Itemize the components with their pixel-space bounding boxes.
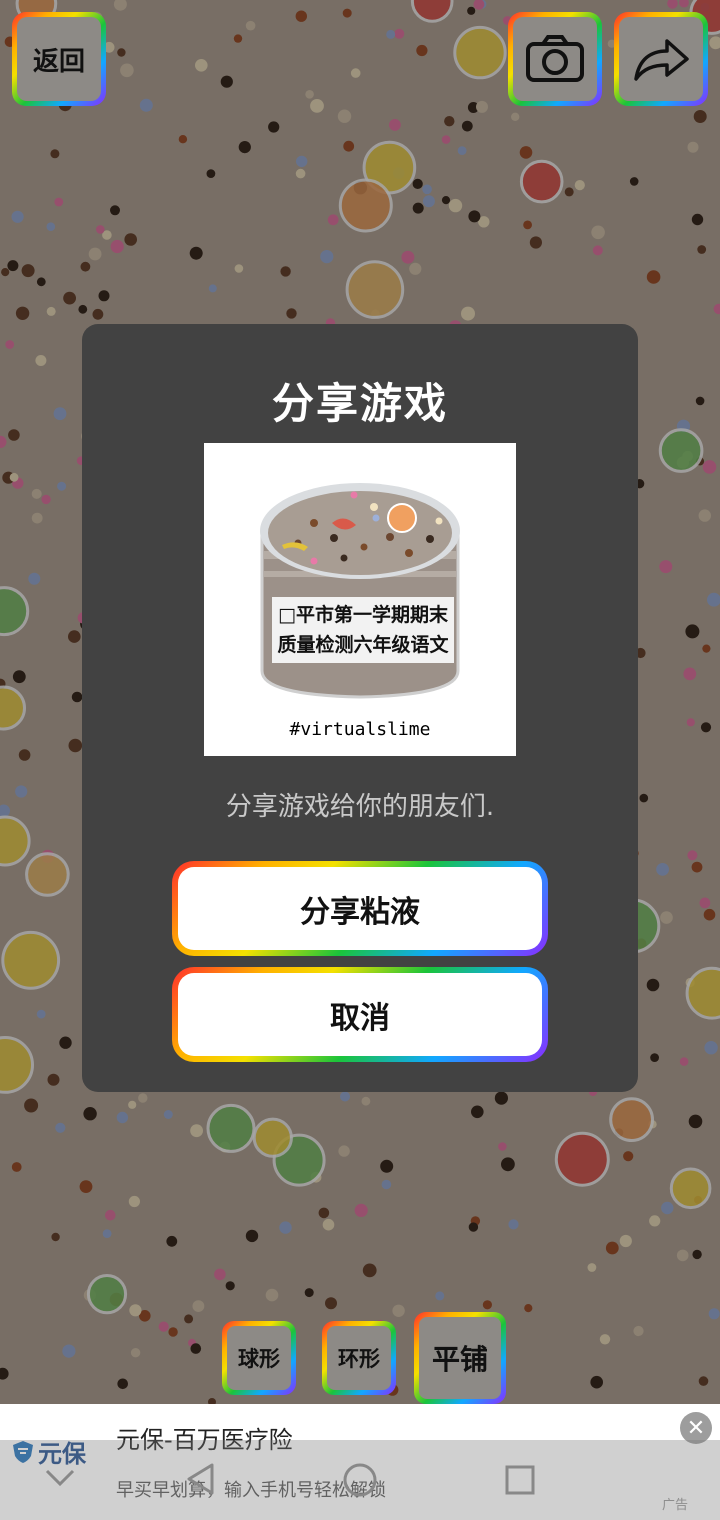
flat-mode-button[interactable]: 平铺 xyxy=(414,1312,506,1404)
share-dialog: 分享游戏 □平市第一学期期末 质量检测六年级语文 #virtualslime 分… xyxy=(82,324,638,1092)
share-top-button[interactable] xyxy=(614,12,708,106)
camera-button[interactable] xyxy=(508,12,602,106)
system-nav-bar xyxy=(0,1440,720,1520)
nav-recents-icon[interactable] xyxy=(504,1464,536,1496)
dialog-title: 分享游戏 xyxy=(271,379,448,428)
sphere-mode-button[interactable]: 球形 xyxy=(222,1321,296,1395)
hashtag-text: #virtualslime xyxy=(289,719,431,740)
flat-mode-label: 平铺 xyxy=(431,1343,488,1376)
back-button[interactable]: 返回 xyxy=(12,12,106,106)
nav-hide-icon[interactable] xyxy=(44,1468,76,1488)
close-icon: ✕ xyxy=(686,1415,706,1441)
share-slime-button[interactable]: 分享粘液 xyxy=(172,861,548,956)
dialog-description: 分享游戏给你的朋友们. xyxy=(225,792,495,822)
share-arrow-icon xyxy=(634,39,689,81)
camera-icon xyxy=(526,35,584,82)
jar-label-line2: 质量检测六年级语文 xyxy=(277,634,449,656)
nav-back-icon[interactable] xyxy=(184,1462,216,1496)
back-button-label: 返回 xyxy=(32,46,85,77)
jar-label-line1: □平市第一学期期末 xyxy=(278,604,448,626)
ring-mode-label: 环形 xyxy=(338,1347,380,1371)
nav-home-icon[interactable] xyxy=(342,1462,378,1498)
jar-label-text: □平市第一学期期末 质量检测六年级语文 xyxy=(272,600,454,660)
share-slime-label: 分享粘液 xyxy=(300,894,420,930)
cancel-label: 取消 xyxy=(330,1000,390,1036)
slime-preview-image: □平市第一学期期末 质量检测六年级语文 #virtualslime xyxy=(204,443,516,756)
cancel-button[interactable]: 取消 xyxy=(172,967,548,1062)
ring-mode-button[interactable]: 环形 xyxy=(322,1321,396,1395)
sphere-mode-label: 球形 xyxy=(238,1347,280,1371)
